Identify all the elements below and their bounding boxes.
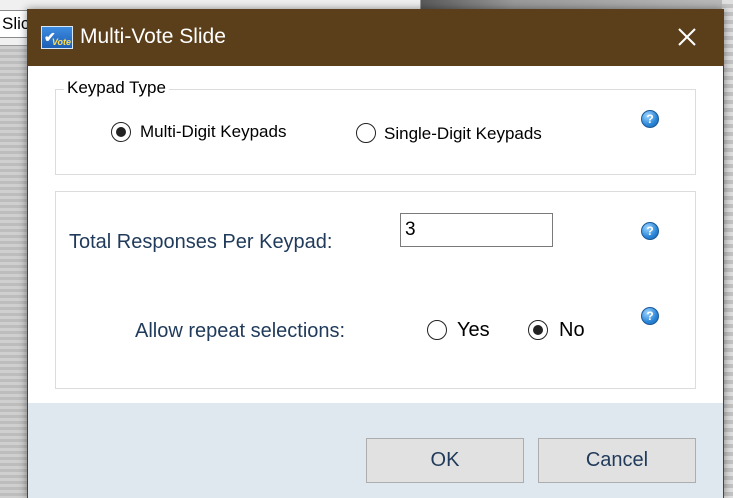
total-responses-help-icon[interactable]: ? <box>641 222 659 240</box>
repeat-yes-radio[interactable] <box>427 320 447 340</box>
keypad-type-help-icon[interactable]: ? <box>641 110 659 128</box>
dialog-content: Keypad Type Multi-Digit Keypads Single-D… <box>28 66 723 403</box>
multi-digit-label[interactable]: Multi-Digit Keypads <box>140 122 286 142</box>
dialog-title: Multi-Vote Slide <box>80 25 226 48</box>
ok-button[interactable]: OK <box>366 438 524 483</box>
responses-group <box>55 191 696 389</box>
allow-repeat-label: Allow repeat selections: <box>135 320 346 342</box>
repeat-yes-label[interactable]: Yes <box>457 318 490 342</box>
vote-app-icon: ✔ Vote <box>41 26 73 49</box>
single-digit-label[interactable]: Single-Digit Keypads <box>384 124 542 144</box>
repeat-no-label[interactable]: No <box>559 318 585 342</box>
repeat-no-radio[interactable] <box>528 320 548 340</box>
total-responses-label: Total Responses Per Keypad: <box>69 231 333 253</box>
background-pattern-left <box>0 46 28 498</box>
dialog-footer: OK Cancel <box>28 403 723 498</box>
multi-digit-radio[interactable] <box>111 122 131 142</box>
allow-repeat-help-icon[interactable]: ? <box>641 307 659 325</box>
total-responses-input[interactable] <box>400 213 553 247</box>
title-bar[interactable]: ✔ Vote Multi-Vote Slide <box>28 9 723 66</box>
multi-vote-dialog: ✔ Vote Multi-Vote Slide Keypad Type Mult… <box>27 9 724 498</box>
single-digit-radio[interactable] <box>356 123 376 143</box>
close-icon <box>678 28 696 46</box>
close-button[interactable] <box>672 22 702 52</box>
keypad-type-legend: Keypad Type <box>64 78 169 98</box>
cancel-button[interactable]: Cancel <box>538 438 696 483</box>
